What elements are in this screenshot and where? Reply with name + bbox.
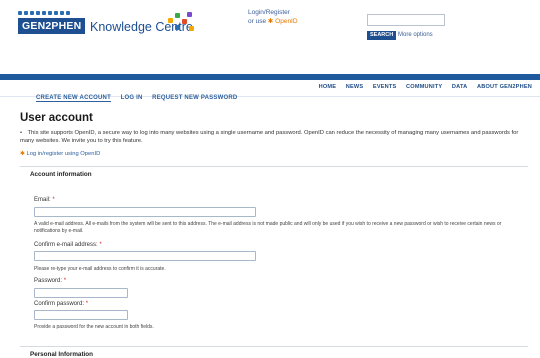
openid-login: or use ✱ OpenID [248, 17, 298, 26]
confirm-email-field[interactable] [34, 251, 256, 261]
email-help: A valid e-mail address. All e-mails from… [34, 221, 502, 234]
more-options-link[interactable]: More options [398, 31, 433, 40]
openid-register-link[interactable]: ✱ Log in/register using OpenID [20, 151, 100, 157]
email-field[interactable] [34, 207, 256, 217]
required-icon: * [52, 197, 55, 203]
confirm-password-field[interactable] [34, 310, 128, 320]
account-information-legend: Account information [30, 171, 92, 178]
confirm-password-label-text: Confirm password: [34, 301, 85, 307]
tab-request-password[interactable]: REQUEST NEW PASSWORD [152, 95, 237, 101]
required-icon: * [85, 301, 89, 307]
tab-create-account[interactable]: CREATE NEW ACCOUNT [36, 95, 111, 102]
page-title: User account [20, 112, 93, 124]
email-label-text: Email: [34, 197, 51, 203]
search-input[interactable] [367, 14, 445, 26]
required-icon: * [99, 242, 102, 248]
bullet-icon: • [20, 130, 23, 136]
nav-data[interactable]: DATA [452, 84, 468, 90]
confirm-password-label: Confirm password: * [34, 301, 88, 307]
login-links: Login/Register or use ✱ OpenID [248, 8, 298, 26]
nav-events[interactable]: EVENTS [373, 84, 397, 90]
personal-information-legend: Personal Information [30, 351, 93, 358]
openid-icon: ✱ [267, 18, 274, 25]
required-icon: * [63, 278, 67, 284]
openid-link[interactable]: OpenID [275, 18, 297, 25]
search-button[interactable]: SEARCH [367, 31, 397, 40]
confirm-email-label-text: Confirm e-mail address: [34, 242, 98, 248]
password-label-text: Password: [34, 278, 63, 284]
nav-home[interactable]: HOME [319, 84, 337, 90]
intro-text: This site supports OpenID, a secure way … [20, 130, 519, 144]
openid-icon: ✱ [20, 151, 25, 157]
tab-log-in[interactable]: LOG IN [121, 95, 143, 101]
email-label: Email: * [34, 197, 55, 203]
confirm-email-help: Please re-type your e-mail address to co… [34, 266, 166, 272]
logo-badge: GEN2PHEN [18, 18, 86, 34]
site-header: GEN2PHEN Knowledge Centre Login/Register… [0, 0, 540, 74]
nav-community[interactable]: COMMUNITY [406, 84, 442, 90]
login-register-link[interactable]: Login/Register [248, 8, 298, 17]
nav-news[interactable]: NEWS [346, 84, 364, 90]
openid-intro: • This site supports OpenID, a secure wa… [20, 129, 524, 145]
password-label: Password: * [34, 278, 66, 284]
password-field[interactable] [34, 288, 128, 298]
nav-about[interactable]: ABOUT GEN2PHEN [477, 84, 532, 90]
header-bar [0, 74, 540, 80]
or-use-label: or use [248, 18, 267, 25]
account-tabs: CREATE NEW ACCOUNT LOG IN REQUEST NEW PA… [36, 95, 245, 102]
password-help: Provide a password for the new account i… [34, 324, 154, 330]
confirm-email-label: Confirm e-mail address: * [34, 242, 102, 248]
account-information-fieldset: Account information Email: * A valid e-m… [20, 166, 528, 353]
openid-register-label: Log in/register using OpenID [26, 151, 101, 157]
site-logo[interactable]: GEN2PHEN Knowledge Centre [18, 8, 198, 38]
main-nav: HOME NEWS EVENTS COMMUNITY DATA ABOUT GE… [311, 84, 532, 90]
